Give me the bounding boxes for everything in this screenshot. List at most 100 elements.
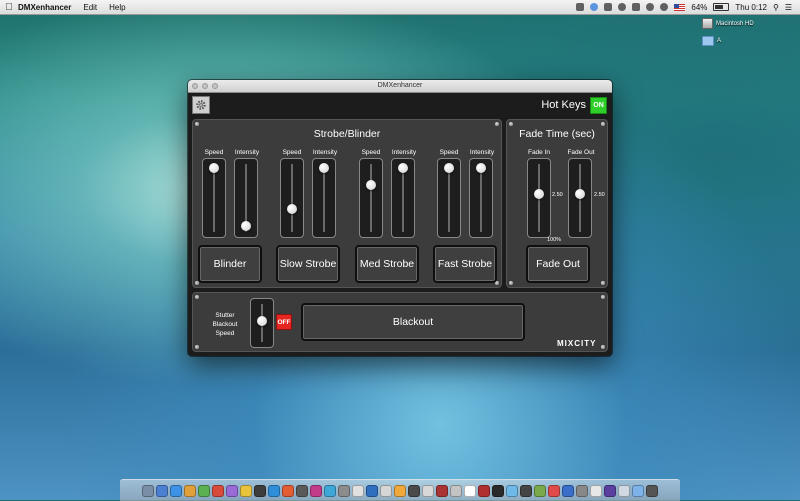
slider-thumb[interactable] bbox=[534, 189, 544, 200]
time-machine-icon[interactable] bbox=[618, 3, 627, 11]
dock-app-icon[interactable] bbox=[324, 484, 336, 497]
dock-app-icon[interactable] bbox=[184, 484, 196, 497]
dock-app-icon[interactable] bbox=[282, 484, 294, 497]
fade-in-slider[interactable] bbox=[527, 158, 551, 238]
bluetooth-icon[interactable] bbox=[632, 3, 641, 11]
dock-app-icon[interactable] bbox=[240, 484, 252, 497]
dock-app-icon[interactable] bbox=[268, 484, 280, 497]
dock-app-icon[interactable] bbox=[646, 484, 658, 497]
dropbox-icon[interactable] bbox=[576, 3, 585, 11]
hot-keys-toggle[interactable]: ON bbox=[590, 97, 607, 114]
clock[interactable]: Thu 0:12 bbox=[735, 3, 767, 12]
blinder-intensity-slider[interactable] bbox=[234, 158, 258, 238]
dock-app-icon[interactable] bbox=[590, 484, 602, 497]
battery-icon[interactable] bbox=[713, 3, 730, 11]
screw bbox=[601, 122, 605, 126]
skype-icon[interactable] bbox=[590, 3, 599, 11]
slider-thumb[interactable] bbox=[257, 315, 267, 326]
dock-app-icon[interactable] bbox=[170, 484, 182, 497]
volume-icon[interactable] bbox=[646, 3, 655, 11]
dock-app-icon[interactable] bbox=[618, 484, 630, 497]
apple-menu-icon[interactable]:  bbox=[0, 2, 18, 13]
dock-app-icon[interactable] bbox=[422, 484, 434, 497]
dock-app-icon[interactable] bbox=[436, 484, 448, 497]
desktop-icon-macintosh-hd[interactable]: Macintosh HD bbox=[702, 18, 754, 29]
dock-app-icon[interactable] bbox=[394, 484, 406, 497]
menu-help[interactable]: Help bbox=[109, 3, 125, 12]
blinder-button[interactable]: Blinder bbox=[198, 245, 262, 283]
menu-app-name[interactable]: DMXenhancer bbox=[18, 3, 71, 12]
slow-strobe-button[interactable]: Slow Strobe bbox=[276, 245, 340, 283]
desktop-icon-label: A bbox=[717, 38, 722, 44]
battery-percent[interactable]: 64% bbox=[691, 3, 707, 12]
speed-label: Speed bbox=[439, 149, 459, 156]
med-strobe-speed-slider[interactable] bbox=[359, 158, 383, 238]
dock-app-icon[interactable] bbox=[352, 484, 364, 497]
hard-drive-icon bbox=[702, 18, 713, 29]
blinder-speed-slider[interactable] bbox=[202, 158, 226, 238]
menu-extras: 64% Thu 0:12 ⚲ ☰ bbox=[576, 0, 792, 14]
growl-icon[interactable] bbox=[604, 3, 613, 11]
wifi-icon[interactable] bbox=[660, 3, 669, 11]
slider-thumb[interactable] bbox=[287, 203, 297, 214]
dock-app-icon[interactable] bbox=[310, 484, 322, 497]
window-title: DMXenhancer bbox=[377, 82, 423, 89]
slider-thumb[interactable] bbox=[319, 163, 329, 173]
intensity-label: Intensity bbox=[469, 149, 495, 156]
dock-app-icon[interactable] bbox=[576, 484, 588, 497]
dock-app-icon[interactable] bbox=[534, 484, 546, 497]
slider-thumb[interactable] bbox=[444, 163, 454, 173]
slow-strobe-intensity-slider[interactable] bbox=[312, 158, 336, 238]
dock-app-icon[interactable] bbox=[142, 484, 154, 497]
dock-app-icon[interactable] bbox=[212, 484, 224, 497]
dock-app-icon[interactable] bbox=[506, 484, 518, 497]
dock-app-icon[interactable] bbox=[520, 484, 532, 497]
dock-app-icon[interactable] bbox=[338, 484, 350, 497]
fast-strobe-speed-slider[interactable] bbox=[437, 158, 461, 238]
screw bbox=[601, 295, 605, 299]
dock-app-icon[interactable] bbox=[198, 484, 210, 497]
med-strobe-button[interactable]: Med Strobe bbox=[355, 245, 419, 283]
dock-app-icon[interactable] bbox=[604, 484, 616, 497]
slider-thumb[interactable] bbox=[241, 221, 251, 231]
med-strobe-intensity-slider[interactable] bbox=[391, 158, 415, 238]
stutter-toggle[interactable]: OFF bbox=[276, 314, 292, 330]
app-window: DMXenhancer Hot Keys ON Strobe/Blinder S… bbox=[188, 80, 612, 356]
stutter-speed-slider[interactable] bbox=[250, 298, 274, 348]
fast-strobe-intensity-slider[interactable] bbox=[469, 158, 493, 238]
dock-app-icon[interactable] bbox=[562, 484, 574, 497]
dock-app-icon[interactable] bbox=[226, 484, 238, 497]
dock-app-icon[interactable] bbox=[478, 484, 490, 497]
dock-app-icon[interactable] bbox=[632, 484, 644, 497]
menu-edit[interactable]: Edit bbox=[83, 3, 97, 12]
us-flag-input-icon[interactable] bbox=[674, 3, 686, 11]
slider-thumb[interactable] bbox=[575, 189, 585, 200]
slider-track bbox=[370, 164, 372, 232]
dock-app-icon[interactable] bbox=[296, 484, 308, 497]
slider-thumb[interactable] bbox=[366, 180, 376, 191]
notification-center-icon[interactable]: ☰ bbox=[785, 3, 792, 12]
dock-app-icon[interactable] bbox=[492, 484, 504, 497]
dock-app-icon[interactable] bbox=[380, 484, 392, 497]
slow-strobe-speed-slider[interactable] bbox=[280, 158, 304, 238]
dock-app-icon[interactable] bbox=[450, 484, 462, 497]
dock-app-icon[interactable] bbox=[254, 484, 266, 497]
fast-strobe-button[interactable]: Fast Strobe bbox=[433, 245, 497, 283]
title-bar[interactable]: DMXenhancer bbox=[188, 80, 612, 93]
dock-app-icon[interactable] bbox=[464, 484, 476, 497]
dock-app-icon[interactable] bbox=[366, 484, 378, 497]
dock bbox=[120, 479, 680, 501]
settings-button[interactable] bbox=[192, 96, 210, 114]
blackout-button[interactable]: Blackout bbox=[301, 303, 525, 341]
desktop-icon-folder-a[interactable]: A bbox=[702, 36, 721, 46]
spotlight-icon[interactable]: ⚲ bbox=[773, 3, 779, 12]
slider-thumb[interactable] bbox=[398, 163, 408, 173]
slider-thumb[interactable] bbox=[209, 163, 219, 173]
fade-out-button[interactable]: Fade Out bbox=[526, 245, 590, 283]
dock-app-icon[interactable] bbox=[548, 484, 560, 497]
slider-thumb[interactable] bbox=[476, 163, 486, 173]
dock-app-icon[interactable] bbox=[156, 484, 168, 497]
dock-app-icon[interactable] bbox=[408, 484, 420, 497]
fade-out-slider[interactable] bbox=[568, 158, 592, 238]
intensity-label: Intensity bbox=[312, 149, 338, 156]
